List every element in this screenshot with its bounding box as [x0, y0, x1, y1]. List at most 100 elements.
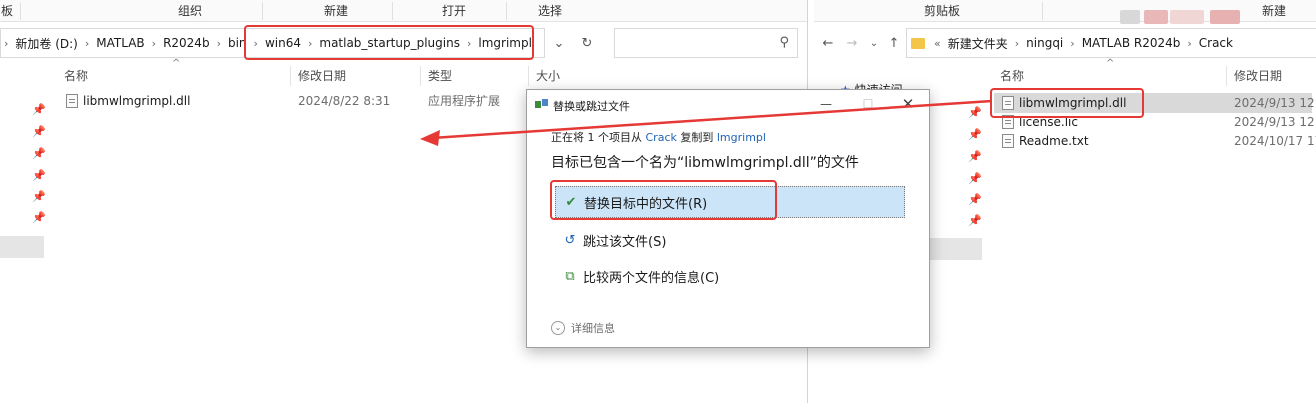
breadcrumb-ningqi[interactable]: ningqi	[1022, 36, 1067, 50]
ribbon-group-select: 选择	[537, 4, 562, 18]
recent-dropdown-icon[interactable]: ⌄	[864, 28, 884, 58]
destination-folder-link[interactable]: lmgrimpl	[717, 131, 766, 144]
pin-icon[interactable]: 📌	[968, 214, 982, 227]
ribbon-group-organize: 组织	[177, 4, 202, 18]
subtitle-middle: 复制到	[676, 131, 717, 144]
right-nav-buttons: ← → ⌄ ↑	[816, 28, 904, 58]
breadcrumb-chevron-icon: ›	[253, 36, 258, 50]
refresh-icon[interactable]: ↻	[573, 28, 601, 58]
breadcrumb-bin[interactable]: bin	[224, 36, 251, 50]
file-row[interactable]: libmwlmgrimpl.dll	[1002, 93, 1126, 113]
close-icon[interactable]: ✕	[893, 93, 923, 115]
breadcrumb-chevron-icon: ›	[1070, 36, 1075, 50]
redacted-block	[1120, 10, 1140, 24]
pin-icon[interactable]: 📌	[32, 211, 46, 224]
breadcrumb-r2024b[interactable]: R2024b	[159, 36, 214, 50]
breadcrumb-win64[interactable]: win64	[261, 36, 305, 50]
file-type: 应用程序扩展	[428, 94, 501, 108]
breadcrumb-lmgrimpl[interactable]: lmgrimpl	[474, 36, 536, 50]
column-divider[interactable]	[420, 66, 421, 86]
redacted-block	[1144, 10, 1168, 24]
file-modified: 2024/9/13 12:46	[1234, 115, 1316, 129]
ribbon-separator	[20, 2, 21, 20]
left-search-input[interactable]: ⚲	[614, 28, 798, 58]
forward-icon[interactable]: →	[840, 28, 864, 58]
pin-icon[interactable]: 📌	[32, 103, 46, 116]
breadcrumb-drive[interactable]: 新加卷 (D:)	[11, 35, 81, 52]
pin-icon[interactable]: 📌	[968, 150, 982, 163]
column-header-type[interactable]: 类型	[428, 64, 452, 88]
pin-icon[interactable]: 📌	[968, 128, 982, 141]
pin-icon[interactable]: 📌	[32, 169, 46, 182]
search-icon: ⚲	[779, 35, 789, 50]
dialog-title: 替换或跳过文件	[553, 100, 630, 113]
pin-icon[interactable]: 📌	[968, 106, 982, 119]
replace-option-label: 替换目标中的文件(R)	[584, 196, 708, 212]
skip-file-option[interactable]: ↺ 跳过该文件(S)	[555, 224, 905, 256]
maximize-icon[interactable]: ☐	[853, 93, 883, 115]
pin-icon[interactable]: 📌	[32, 125, 46, 138]
source-folder-link[interactable]: Crack	[646, 131, 677, 144]
ribbon-separator	[1042, 2, 1043, 20]
right-ribbon-groups: 剪贴板 新建	[814, 0, 1316, 22]
breadcrumb-matlab-r2024b[interactable]: MATLAB R2024b	[1078, 36, 1185, 50]
breadcrumb-chevron-icon: ›	[1014, 36, 1020, 50]
breadcrumb-new-folder[interactable]: 新建文件夹	[944, 35, 1012, 52]
sort-ascending-icon: ^	[172, 58, 181, 69]
copy-files-icon	[535, 99, 548, 110]
column-header-modified[interactable]: 修改日期	[298, 64, 346, 88]
column-header-size[interactable]: 大小	[536, 64, 560, 88]
compare-option-label: 比较两个文件的信息(C)	[583, 270, 720, 286]
dialog-subtitle: 正在将 1 个项目从 Crack 复制到 lmgrimpl	[551, 129, 766, 145]
ribbon-separator	[262, 2, 263, 20]
nav-selected-item[interactable]	[930, 238, 982, 260]
file-row[interactable]: license.lic	[1002, 112, 1078, 132]
pin-icon[interactable]: 📌	[968, 193, 982, 206]
file-modified: 2024/10/17 17:2	[1234, 134, 1316, 148]
breadcrumb-chevron-icon: ›	[216, 36, 221, 50]
folder-icon	[911, 37, 925, 49]
left-address-tools: ⌄ ↻	[545, 28, 601, 58]
ribbon-group-clipboard: 剪贴板	[923, 4, 960, 18]
minimize-icon[interactable]: —	[811, 93, 841, 115]
ribbon-group-new: 新建	[323, 4, 348, 18]
dll-file-icon	[1002, 96, 1014, 110]
file-name: libmwlmgrimpl.dll	[1019, 96, 1127, 110]
more-details-label: 详细信息	[571, 322, 615, 335]
address-dropdown-icon[interactable]: ⌄	[545, 28, 573, 58]
breadcrumb-chevron-icon: ›	[307, 36, 313, 50]
back-icon[interactable]: ←	[816, 28, 840, 58]
left-address-bar[interactable]: › 新加卷 (D:) › MATLAB › R2024b › bin › win…	[0, 28, 545, 58]
column-header-modified[interactable]: 修改日期	[1234, 64, 1282, 88]
file-name: libmwlmgrimpl.dll	[83, 94, 191, 108]
skip-option-label: 跳过该文件(S)	[583, 234, 667, 250]
breadcrumb-matlab[interactable]: MATLAB	[92, 36, 148, 50]
pin-icon[interactable]: 📌	[32, 147, 46, 160]
file-row[interactable]: Readme.txt	[1002, 131, 1089, 151]
more-details-toggle[interactable]: ⌄ 详细信息	[551, 320, 615, 336]
breadcrumb-crack[interactable]: Crack	[1195, 36, 1237, 50]
column-header-name[interactable]: 名称	[1000, 64, 1024, 88]
breadcrumb-startup-plugins[interactable]: matlab_startup_plugins	[315, 36, 464, 50]
breadcrumb-overflow-icon[interactable]: «	[931, 37, 944, 50]
check-icon: ✔	[565, 194, 577, 210]
column-header-name[interactable]: 名称	[64, 64, 88, 88]
breadcrumb-chevron-icon: ›	[466, 36, 472, 50]
file-name: license.lic	[1019, 115, 1078, 129]
column-divider[interactable]	[528, 66, 529, 86]
nav-selected-item[interactable]	[0, 236, 44, 258]
column-divider[interactable]	[290, 66, 291, 86]
file-modified: 2024/8/22 8:31	[298, 94, 391, 108]
pin-icon[interactable]: 📌	[32, 190, 46, 203]
chevron-down-icon: ⌄	[551, 321, 565, 335]
up-icon[interactable]: ↑	[884, 28, 904, 58]
file-name: Readme.txt	[1019, 134, 1089, 148]
dll-file-icon	[66, 94, 78, 108]
compare-files-option[interactable]: ⧉ 比较两个文件的信息(C)	[555, 260, 905, 292]
breadcrumb-chevron-icon: ›	[1187, 36, 1192, 50]
replace-file-option[interactable]: ✔ 替换目标中的文件(R)	[555, 186, 905, 218]
file-row[interactable]: libmwlmgrimpl.dll	[66, 91, 190, 111]
column-divider[interactable]	[1226, 66, 1227, 86]
right-address-bar[interactable]: « 新建文件夹 › ningqi › MATLAB R2024b › Crack	[906, 28, 1316, 58]
pin-icon[interactable]: 📌	[968, 172, 982, 185]
